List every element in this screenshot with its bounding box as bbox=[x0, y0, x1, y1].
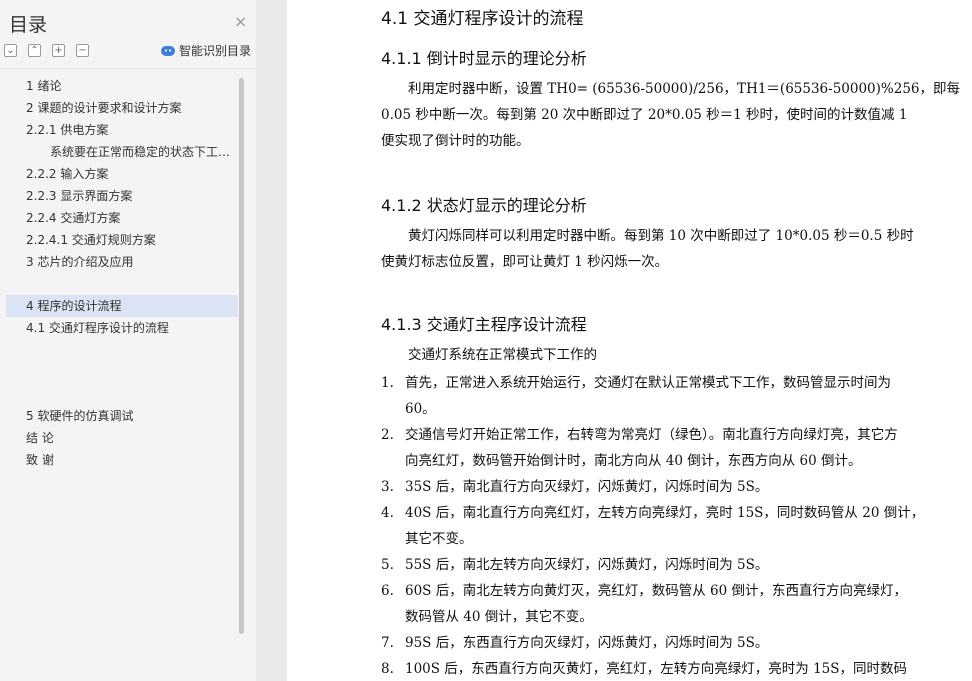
list-item: 8. 100S 后，东西直行方向灭黄灯，亮红灯，左转方向亮绿灯，亮时为 15S，… bbox=[381, 661, 908, 677]
list-item: 1. 首先，正常进入系统开始运行，交通灯在默认正常模式下工作，数码管显示时间为 … bbox=[381, 375, 891, 417]
paragraph-4-1-3: 交通灯系统在正常模式下工作的 bbox=[381, 342, 597, 368]
toc-scrollbar[interactable] bbox=[239, 78, 244, 634]
toc-item[interactable]: 系统要在正常而稳定的状态下工作， bbox=[6, 141, 238, 163]
toc-item[interactable]: 3 芯片的介绍及应用 bbox=[6, 251, 238, 273]
toc-item[interactable]: 2.2.3 显示界面方案 bbox=[6, 185, 238, 207]
toc-toolbar: ⌄ ⌃ + − bbox=[4, 44, 89, 57]
toc-sidebar: 目录 × ⌄ ⌃ + − •• 智能识别目录 1 绪论 2 课题的设计要求和设计… bbox=[0, 0, 257, 681]
heading-4-1: 4.1 交通灯程序设计的流程 bbox=[381, 9, 584, 29]
paragraph-4-1-1: 利用定时器中断，设置 TH0= (65536-50000)/256，TH1＝(6… bbox=[381, 76, 960, 154]
toc-item-selected[interactable]: 4 程序的设计流程 bbox=[6, 295, 238, 317]
toc-item[interactable]: 4.1 交通灯程序设计的流程 bbox=[6, 317, 238, 339]
list-item: 3. 35S 后，南北直行方向灭绿灯，闪烁黄灯，闪烁时间为 5S。 bbox=[381, 479, 769, 495]
toc-item[interactable]: 致 谢 bbox=[6, 449, 238, 471]
toc-item[interactable]: 5 软硬件的仿真调试 bbox=[6, 405, 238, 427]
toc-list: 1 绪论 2 课题的设计要求和设计方案 2.2.1 供电方案 系统要在正常而稳定… bbox=[6, 75, 238, 471]
numbered-list: 1. 首先，正常进入系统开始运行，交通灯在默认正常模式下工作，数码管显示时间为 … bbox=[381, 370, 924, 681]
smart-recognize-icon: •• bbox=[161, 45, 175, 56]
smart-toc-label: 智能识别目录 bbox=[179, 44, 252, 58]
collapse-all-icon[interactable]: ⌄ bbox=[4, 44, 17, 57]
toc-title: 目录 bbox=[9, 14, 48, 36]
smart-toc-button[interactable]: •• 智能识别目录 bbox=[161, 42, 251, 59]
toc-item[interactable]: 结 论 bbox=[6, 427, 238, 449]
list-item: 5. 55S 后，南北左转方向灭绿灯，闪烁黄灯，闪烁时间为 5S。 bbox=[381, 557, 769, 573]
heading-4-1-3: 4.1.3 交通灯主程序设计流程 bbox=[381, 315, 587, 334]
remove-item-icon[interactable]: − bbox=[76, 44, 89, 57]
list-item: 2. 交通信号灯开始正常工作，右转弯为常亮灯（绿色）。南北直行方向绿灯亮，其它方… bbox=[381, 427, 898, 469]
close-icon[interactable]: × bbox=[234, 12, 247, 31]
toc-item[interactable]: 2.2.1 供电方案 bbox=[6, 119, 238, 141]
add-item-icon[interactable]: + bbox=[52, 44, 65, 57]
list-item: 6. 60S 后，南北左转方向黄灯灭，亮红灯，数码管从 60 倒计，东西直行方向… bbox=[381, 583, 907, 625]
text-line: 便实现了倒计时的功能。 bbox=[381, 133, 530, 149]
list-item: 7. 95S 后，东西直行方向灭绿灯，闪烁黄灯，闪烁时间为 5S。 bbox=[381, 635, 769, 651]
toc-item[interactable]: 2.2.2 输入方案 bbox=[6, 163, 238, 185]
toc-item[interactable]: 2.2.4.1 交通灯规则方案 bbox=[6, 229, 238, 251]
document-page: 4.1 交通灯程序设计的流程 4.1.1 倒计时显示的理论分析 利用定时器中断，… bbox=[287, 0, 972, 681]
toc-item[interactable]: 1 绪论 bbox=[6, 75, 238, 97]
expand-all-icon[interactable]: ⌃ bbox=[28, 44, 41, 57]
heading-4-1-2: 4.1.2 状态灯显示的理论分析 bbox=[381, 196, 587, 215]
text-line: 交通灯系统在正常模式下工作的 bbox=[408, 347, 597, 363]
divider bbox=[0, 68, 256, 69]
toc-item[interactable]: 2 课题的设计要求和设计方案 bbox=[6, 97, 238, 119]
paragraph-4-1-2: 黄灯闪烁同样可以利用定时器中断。每到第 10 次中断即过了 10*0.05 秒＝… bbox=[381, 223, 914, 275]
toc-item[interactable]: 2.2.4 交通灯方案 bbox=[6, 207, 238, 229]
text-line: 黄灯闪烁同样可以利用定时器中断。每到第 10 次中断即过了 10*0.05 秒＝… bbox=[408, 228, 914, 244]
document-gutter bbox=[256, 0, 287, 681]
text-line: 0.05 秒中断一次。每到第 20 次中断即过了 20*0.05 秒＝1 秒时，… bbox=[381, 107, 908, 123]
list-item: 4. 40S 后，南北直行方向亮红灯，左转方向亮绿灯，亮时 15S，同时数码管从… bbox=[381, 505, 925, 547]
text-line: 使黄灯标志位反置，即可让黄灯 1 秒闪烁一次。 bbox=[381, 254, 669, 270]
heading-4-1-1: 4.1.1 倒计时显示的理论分析 bbox=[381, 49, 587, 68]
text-line: 利用定时器中断，设置 TH0= (65536-50000)/256，TH1＝(6… bbox=[408, 81, 961, 97]
